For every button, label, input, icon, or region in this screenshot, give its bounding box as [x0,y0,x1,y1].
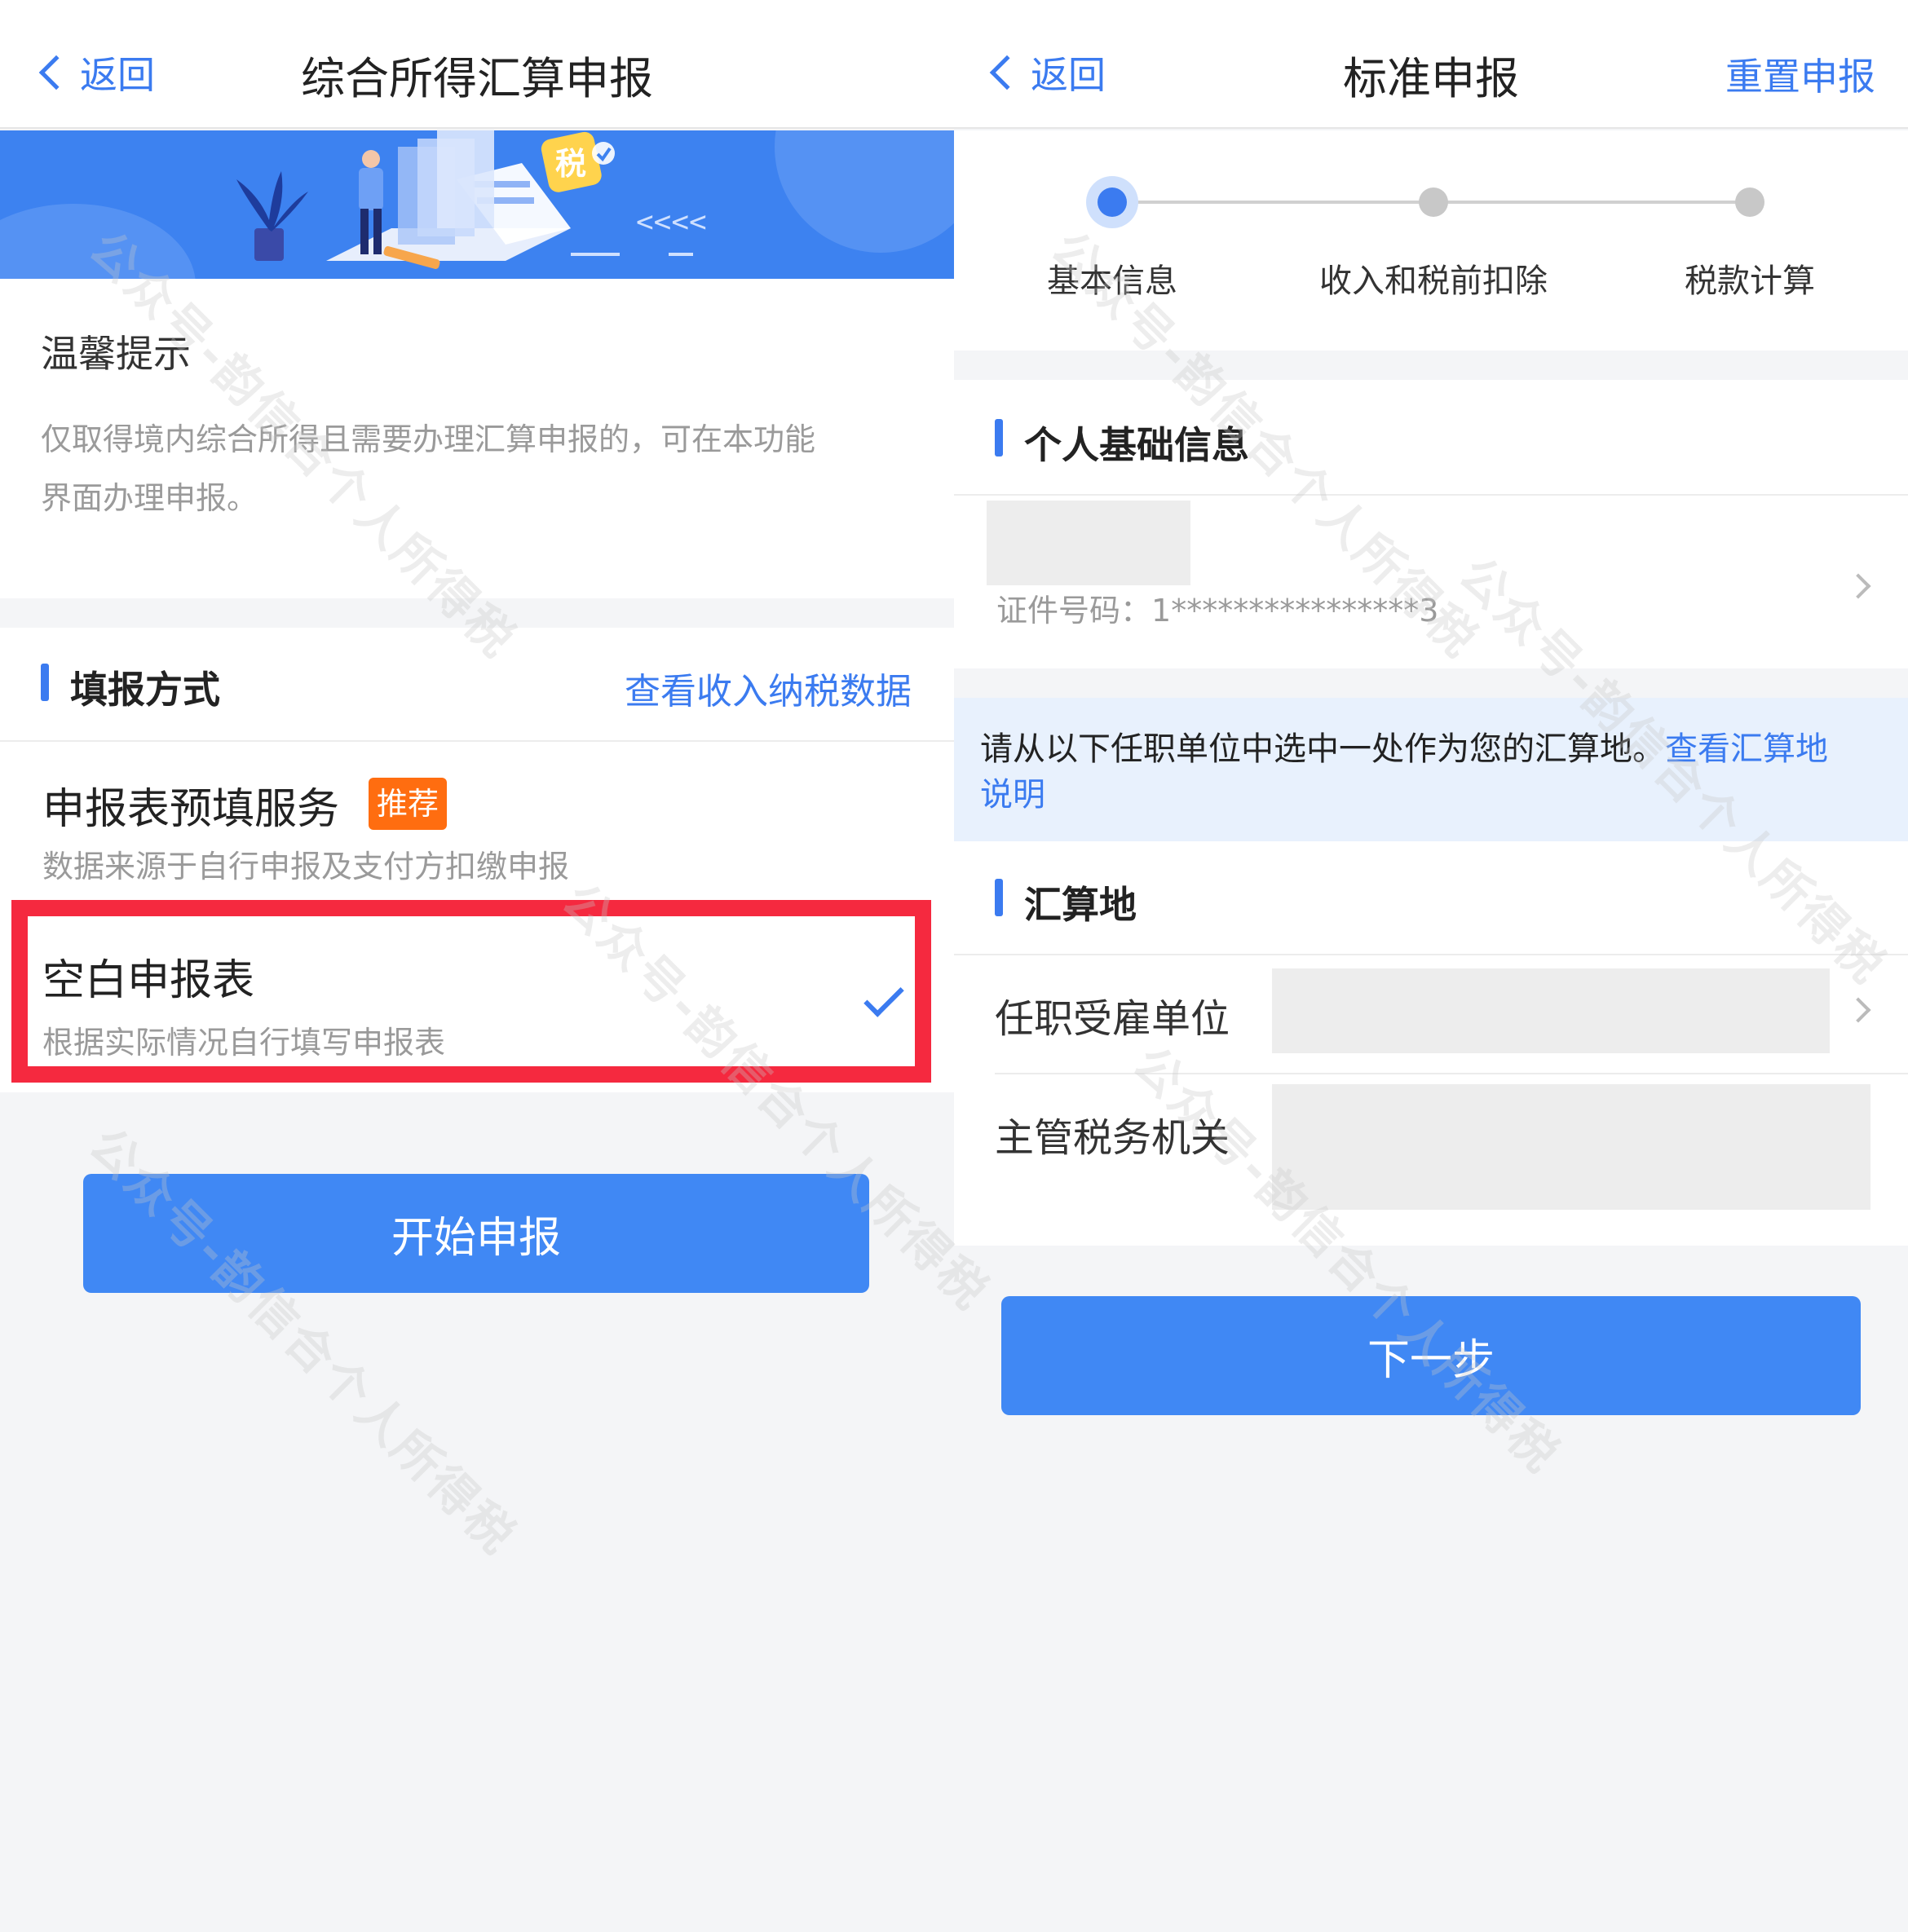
employer-value-redacted [1272,968,1830,1053]
step-indicator [1419,187,1448,217]
name-redacted [987,501,1190,585]
personal-info-title: 个人基础信息 [1024,423,1249,467]
option-prefill-title: 申报表预填服务 [42,785,340,834]
reset-button[interactable]: 重置申报 [1725,47,1875,101]
step-label: 税款计算 [1685,262,1815,300]
chevron-right-icon [1845,997,1871,1023]
nav-bar: 返回 标准申报 重置申报 [954,0,1908,129]
tax-office-value-redacted [1272,1084,1870,1210]
notice-link-cont[interactable]: 说明 [980,768,1045,815]
banner-illustration-icon: 税 <<<< [236,130,707,269]
option-blank-desc: 根据实际情况自行填写申报表 [42,1025,446,1061]
start-declaration-button[interactable]: 开始申报 [83,1174,869,1293]
view-income-link[interactable]: 查看收入纳税数据 [625,662,912,714]
tip-title: 温馨提示 [41,332,191,376]
chevron-right-icon [1845,573,1871,599]
step-indicator [1735,187,1764,217]
tip-card: 温馨提示 仅取得境内综合所得且需要办理汇算申报的，可在本功能 界面办理申报。 [0,279,954,598]
personal-info-row[interactable]: 证件号码：1****************3 [954,496,1908,668]
section-marker [41,664,49,701]
personal-info-card: 个人基础信息 证件号码：1****************3 [954,380,1908,668]
notice-banner: 请从以下任职单位中选中一处作为您的汇算地。查看汇算地 说明 [954,698,1908,841]
left-screen: 返回 综合所得汇算申报 税 <<<< 温馨提示 仅取得境内综合所得且需要办理汇算… [0,0,954,1932]
banner: 税 <<<< [0,130,954,279]
tip-text-line2: 界面办理申报。 [41,480,258,516]
next-step-button[interactable]: 下一步 [1001,1296,1861,1415]
option-blank-title: 空白申报表 [42,956,255,1005]
tip-text-line1: 仅取得境内综合所得且需要办理汇算申报的，可在本功能 [41,421,816,457]
tax-office-row: 主管税务机关 [954,1074,1908,1221]
nav-bar: 返回 综合所得汇算申报 [0,0,954,129]
section-marker [995,879,1003,916]
tax-badge: 税 [555,146,586,182]
right-screen: 返回 标准申报 重置申报 基本信息 收入和税前扣除 税款计算 个人基础信息 证件… [954,0,1908,1932]
notice-text: 请从以下任职单位中选中一处作为您的汇算地。 [980,730,1665,768]
employer-row[interactable]: 任职受雇单位 [954,955,1908,1073]
option-prefill-desc: 数据来源于自行申报及支付方扣缴申报 [42,849,570,884]
arrows-decoration: <<<< [636,205,707,239]
method-card: 填报方式 查看收入纳税数据 申报表预填服务 推荐 数据来源于自行申报及支付方扣缴… [0,628,954,1092]
section-marker [995,419,1003,457]
page-title: 综合所得汇算申报 [301,53,653,104]
stepper: 基本信息 收入和税前扣除 税款计算 [954,130,1908,351]
option-prefill[interactable]: 申报表预填服务 推荐 数据来源于自行申报及支付方扣缴申报 [0,742,954,889]
recommend-tag: 推荐 [369,778,448,830]
method-title: 填报方式 [70,668,220,712]
location-title: 汇算地 [1024,883,1137,927]
step-label: 收入和税前扣除 [1319,262,1548,300]
notice-link[interactable]: 查看汇算地 [1665,730,1828,768]
tax-office-label: 主管税务机关 [995,1115,1230,1161]
id-number: 证件号码：1****************3 [996,593,1439,629]
step-label: 基本信息 [1047,262,1177,300]
employer-label: 任职受雇单位 [995,996,1230,1042]
location-card: 汇算地 任职受雇单位 主管税务机关 [954,841,1908,1246]
option-blank[interactable]: 空白申报表 根据实际情况自行填写申报表 [11,900,931,1083]
check-icon [863,977,904,1017]
